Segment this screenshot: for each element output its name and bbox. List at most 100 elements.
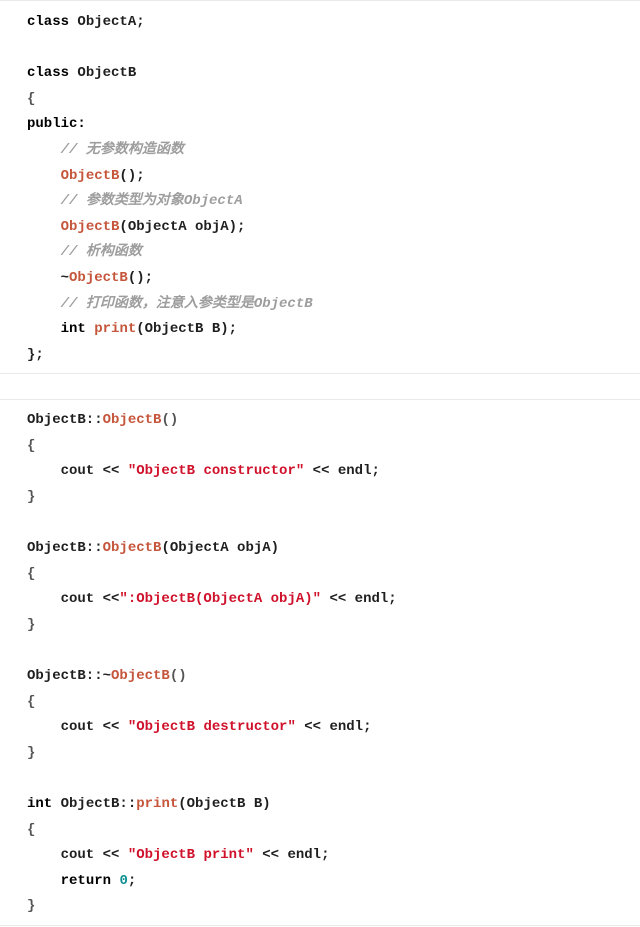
code-token-plain: (ObjectA objA)	[161, 539, 280, 556]
code-token-paren: {	[27, 693, 36, 710]
code-line: }	[27, 741, 640, 767]
code-token-paren: ()	[161, 412, 179, 428]
code-token-plain: << endl;	[304, 463, 380, 480]
code-line: }	[27, 485, 640, 511]
code-token-func: ObjectB	[69, 269, 128, 286]
code-line: {	[27, 434, 640, 460]
code-line: ObjectB();	[27, 164, 640, 190]
code-token-plain: cout <<	[27, 847, 128, 864]
code-token-paren: {	[27, 437, 36, 454]
code-line: // 析构函数	[27, 240, 640, 266]
code-token-plain: (ObjectB B)	[178, 795, 271, 812]
code-token-plain: (ObjectA objA);	[119, 218, 246, 235]
code-token-string: "ObjectB destructor"	[127, 719, 296, 736]
code-line: return 0;	[27, 869, 640, 895]
code-token-plain: << endl;	[321, 591, 397, 608]
code-token-func: ObjectB	[111, 667, 170, 684]
code-token-paren: }	[27, 744, 36, 761]
code-token-plain: cout <<	[27, 719, 128, 736]
code-token-plain: << endl;	[253, 847, 330, 864]
code-line: int ObjectB::print(ObjectB B)	[27, 792, 640, 818]
code-token-plain: cout <<	[27, 463, 128, 480]
code-token-plain: ();	[119, 167, 145, 184]
code-token-func: ObjectB	[102, 539, 162, 556]
code-token-plain: ObjectB::	[27, 539, 103, 556]
code-line: {	[27, 562, 640, 588]
code-token-func: ObjectB	[60, 167, 120, 184]
code-token-paren: }	[27, 898, 36, 915]
code-line: ObjectB::ObjectB(ObjectA objA)	[27, 536, 640, 562]
code-token-keyword: class	[27, 14, 70, 30]
code-line: ObjectB::ObjectB()	[27, 408, 640, 434]
code-line: {	[27, 690, 640, 716]
code-line: cout <<":ObjectB(ObjectA objA)" << endl;	[27, 587, 640, 613]
code-token-plain: ();	[127, 269, 154, 286]
code-token-paren: }	[27, 488, 36, 505]
code-token-func: ObjectB	[102, 412, 162, 428]
code-token-paren: {	[27, 565, 36, 582]
code-token-plain: ~	[27, 269, 70, 286]
code-line: int print(ObjectB B);	[27, 317, 640, 343]
code-token-plain: << endl;	[295, 719, 372, 736]
code-token-plain: ObjectB::	[27, 412, 103, 428]
code-token-keyword: int	[27, 795, 53, 812]
code-token-number: 0	[119, 872, 128, 889]
code-token-comment: // 析构函数	[60, 244, 142, 261]
code-token-func: ObjectB	[60, 218, 120, 235]
code-token-keyword: class	[27, 65, 70, 82]
code-line: };	[27, 343, 640, 369]
code-line: }	[27, 613, 640, 639]
code-block-declaration: class ObjectA; class ObjectB { public: // …	[0, 0, 640, 374]
code-token-keyword: return	[60, 872, 112, 889]
code-line: ~ObjectB();	[27, 266, 640, 292]
code-token-plain: ObjectB::~	[27, 667, 112, 684]
code-token-plain: ObjectA;	[69, 14, 145, 30]
code-line: {	[27, 87, 640, 113]
code-token-keyword: public:	[27, 116, 86, 133]
code-line: }	[27, 894, 640, 920]
code-token-plain: (ObjectB B);	[136, 321, 238, 338]
code-token-string: "ObjectB constructor"	[127, 463, 305, 480]
code-block-definitions: ObjectB::ObjectB(){ cout << "ObjectB con…	[0, 399, 640, 926]
code-token-plain: ;	[127, 872, 137, 889]
code-token-comment: // 打印函数，注意入参类型是ObjectB	[60, 295, 313, 312]
code-token-plain: };	[27, 346, 44, 363]
code-line: // 打印函数，注意入参类型是ObjectB	[27, 292, 640, 318]
code-line: {	[27, 818, 640, 844]
code-token-string: "ObjectB print"	[127, 847, 254, 864]
code-line: class ObjectB	[27, 61, 640, 87]
code-line: cout << "ObjectB constructor" << endl;	[27, 459, 640, 485]
code-line: ObjectB(ObjectA objA);	[27, 215, 640, 241]
code-token-func: print	[94, 321, 137, 338]
code-token-comment: // 无参数构造函数	[60, 141, 184, 158]
code-token-plain: ObjectB	[69, 65, 137, 82]
code-line: class ObjectA;	[27, 10, 640, 36]
code-token-paren: {	[27, 90, 36, 107]
code-token-keyword: int	[60, 321, 86, 338]
code-line: ObjectB::~ObjectB()	[27, 664, 640, 690]
code-line: // 无参数构造函数	[27, 138, 640, 164]
code-token-plain: ObjectB::	[52, 795, 137, 812]
code-token-paren: {	[27, 821, 36, 838]
code-token-comment: // 参数类型为对象ObjectA	[60, 193, 243, 210]
code-line: cout << "ObjectB print" << endl;	[27, 843, 640, 869]
code-token-paren: }	[27, 616, 36, 633]
code-token-func: print	[136, 795, 179, 812]
code-line: // 参数类型为对象ObjectA	[27, 189, 640, 215]
code-token-string: ":ObjectB(ObjectA objA)"	[119, 591, 322, 608]
code-token-paren: ()	[169, 667, 187, 684]
code-line: cout << "ObjectB destructor" << endl;	[27, 715, 640, 741]
